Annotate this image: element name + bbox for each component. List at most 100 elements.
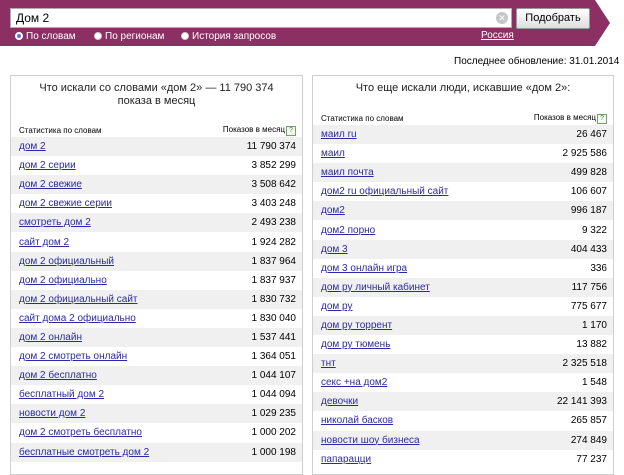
radio-selected-icon bbox=[15, 32, 23, 40]
table-row: маил ru 26 467 bbox=[313, 125, 613, 145]
keyword-link[interactable]: дом ру личный кабинет bbox=[321, 282, 430, 293]
mode-history[interactable]: История запросов bbox=[181, 31, 276, 43]
keyword-link[interactable]: дом ру bbox=[321, 301, 353, 312]
impressions-count: 2 925 586 bbox=[562, 148, 608, 160]
question-icon[interactable]: ? bbox=[286, 125, 296, 136]
keyword-link[interactable]: сайт дома 2 официально bbox=[19, 313, 136, 324]
table-row: дом 2 свежие серии 3 403 248 bbox=[11, 194, 302, 213]
keyword-link[interactable]: дом 2 бесплатно bbox=[19, 370, 97, 381]
table-header: Статистика по словам Показов в месяц? bbox=[313, 111, 613, 125]
panel-title: Что еще искали люди, искавшие «дом 2»: bbox=[355, 82, 571, 94]
table-row: тнт 2 325 518 bbox=[313, 354, 613, 374]
keyword-link[interactable]: дом2 порно bbox=[321, 225, 375, 236]
keyword-link[interactable]: дом 2 серии bbox=[19, 160, 76, 171]
table-row: николай басков 265 857 bbox=[313, 411, 613, 430]
table-row: дом ру личный кабинет 117 756 bbox=[313, 277, 613, 297]
impressions-count: 1 830 040 bbox=[251, 312, 297, 324]
table-row: дом 2 смотреть онлайн 1 364 051 bbox=[11, 347, 302, 366]
radio-icon bbox=[94, 32, 102, 40]
impressions-count: 1 548 bbox=[581, 377, 607, 389]
table-row: дом ру 775 677 bbox=[313, 297, 613, 316]
impressions-count: 336 bbox=[590, 262, 607, 274]
keyword-link[interactable]: тнт bbox=[321, 358, 336, 369]
keyword-link[interactable]: дом 2 свежие bbox=[19, 179, 82, 190]
search-input[interactable] bbox=[10, 8, 512, 28]
panel-title: Что искали со словами «дом 2» — 11 790 3… bbox=[39, 82, 274, 107]
impressions-count: 3 508 642 bbox=[251, 179, 297, 191]
table-body: дом 2 11 790 374 дом 2 серии 3 852 299 дом 2… bbox=[11, 137, 302, 462]
mode-by-regions[interactable]: По регионам bbox=[94, 31, 164, 43]
keyword-link[interactable]: дом ру торрент bbox=[321, 320, 392, 331]
keyword-link[interactable]: дом 2 официально bbox=[19, 275, 107, 286]
table-row: секс +на дом2 1 548 bbox=[313, 373, 613, 392]
table-row: дом 2 серии 3 852 299 bbox=[11, 156, 302, 175]
impressions-count: 3 403 248 bbox=[251, 198, 297, 210]
table-row: дом 2 официально 1 837 937 bbox=[11, 271, 302, 290]
table-row: сайт дома 2 официально 1 830 040 bbox=[11, 309, 302, 328]
impressions-count: 117 756 bbox=[571, 281, 607, 293]
table-row: бесплатный дом 2 1 044 094 bbox=[11, 385, 302, 404]
impressions-count: 26 467 bbox=[576, 129, 607, 141]
impressions-count: 3 852 299 bbox=[251, 160, 297, 172]
mode-by-words[interactable]: По словам bbox=[15, 31, 76, 43]
table-row: дом 2 11 790 374 bbox=[11, 137, 302, 157]
question-icon[interactable]: ? bbox=[597, 113, 607, 124]
keyword-link[interactable]: бесплатный дом 2 bbox=[19, 389, 104, 400]
keyword-link[interactable]: маил почта bbox=[321, 167, 374, 178]
table-row: дом 2 официальный сайт 1 830 732 bbox=[11, 289, 302, 309]
keyword-link[interactable]: дом ру тюмень bbox=[321, 339, 390, 350]
impressions-count: 265 857 bbox=[570, 415, 607, 427]
table-row: маил 2 925 586 bbox=[313, 144, 613, 163]
table-row: сайт дом 2 1 924 282 bbox=[11, 232, 302, 251]
keyword-link[interactable]: сайт дом 2 bbox=[19, 237, 69, 248]
keyword-link[interactable]: дом 2 смотреть онлайн bbox=[19, 351, 127, 362]
panel-with-words: Что искали со словами «дом 2» — 11 790 3… bbox=[10, 75, 303, 475]
impressions-count: 1 000 202 bbox=[251, 427, 297, 439]
impressions-count: 11 790 374 bbox=[246, 141, 296, 153]
impressions-count: 1 044 107 bbox=[251, 370, 297, 382]
table-row: новости шоу бизнеса 274 849 bbox=[313, 430, 613, 450]
table-row: дом ру тюмень 13 882 bbox=[313, 335, 613, 354]
table-row: дом2 ru официальный сайт 106 607 bbox=[313, 182, 613, 201]
impressions-count: 1 924 282 bbox=[251, 236, 297, 248]
impressions-count: 22 141 393 bbox=[556, 396, 607, 408]
table-row: дом2 996 187 bbox=[313, 201, 613, 221]
keyword-link[interactable]: новости шоу бизнеса bbox=[321, 435, 420, 446]
column-words: Статистика по словам bbox=[321, 113, 404, 123]
keyword-link[interactable]: дом 2 официальный сайт bbox=[19, 294, 138, 305]
keyword-link[interactable]: маил ru bbox=[321, 129, 357, 140]
keyword-link[interactable]: маил bbox=[321, 148, 345, 159]
keyword-link[interactable]: новости дом 2 bbox=[19, 408, 85, 419]
table-row: девочки 22 141 393 bbox=[313, 392, 613, 412]
search-button[interactable]: Подобрать bbox=[516, 8, 590, 29]
keyword-link[interactable]: дом 2 онлайн bbox=[19, 332, 82, 343]
keyword-link[interactable]: дом 3 онлайн игра bbox=[321, 263, 407, 274]
keyword-link[interactable]: дом 3 bbox=[321, 244, 348, 255]
keyword-link[interactable]: дом 2 смотреть бесплатно bbox=[19, 427, 142, 438]
impressions-count: 1 837 937 bbox=[251, 274, 297, 286]
keyword-link[interactable]: николай басков bbox=[321, 415, 393, 426]
table-row: маил почта 499 828 bbox=[313, 163, 613, 183]
keyword-link[interactable]: бесплатные смотреть дом 2 bbox=[19, 447, 149, 458]
keyword-link[interactable]: смотреть дом 2 bbox=[19, 217, 91, 228]
table-row: дом 3 онлайн игра 336 bbox=[313, 259, 613, 278]
impressions-count: 2 325 518 bbox=[562, 358, 608, 370]
keyword-link[interactable]: дом 2 bbox=[19, 141, 46, 152]
keyword-link[interactable]: дом2 bbox=[321, 205, 345, 216]
impressions-count: 1 364 051 bbox=[251, 351, 297, 363]
keyword-link[interactable]: секс +на дом2 bbox=[321, 377, 387, 388]
impressions-count: 2 493 238 bbox=[251, 217, 297, 229]
keyword-link[interactable]: дом 2 свежие серии bbox=[19, 198, 112, 209]
impressions-count: 775 677 bbox=[570, 300, 607, 312]
keyword-link[interactable]: девочки bbox=[321, 396, 358, 407]
table-row: дом 2 бесплатно 1 044 107 bbox=[11, 366, 302, 386]
clear-icon[interactable]: ✕ bbox=[496, 12, 508, 24]
impressions-count: 1 029 235 bbox=[251, 408, 297, 420]
table-row: дом ру торрент 1 170 bbox=[313, 315, 613, 336]
keyword-link[interactable]: дом2 ru официальный сайт bbox=[321, 186, 448, 197]
impressions-count: 499 828 bbox=[570, 167, 607, 179]
table-row: бесплатные смотреть дом 2 1 000 198 bbox=[11, 442, 302, 462]
region-link[interactable]: Россия bbox=[481, 30, 514, 42]
column-shows: Показов в месяц? bbox=[223, 125, 296, 136]
keyword-link[interactable]: дом 2 официальный bbox=[19, 256, 114, 267]
